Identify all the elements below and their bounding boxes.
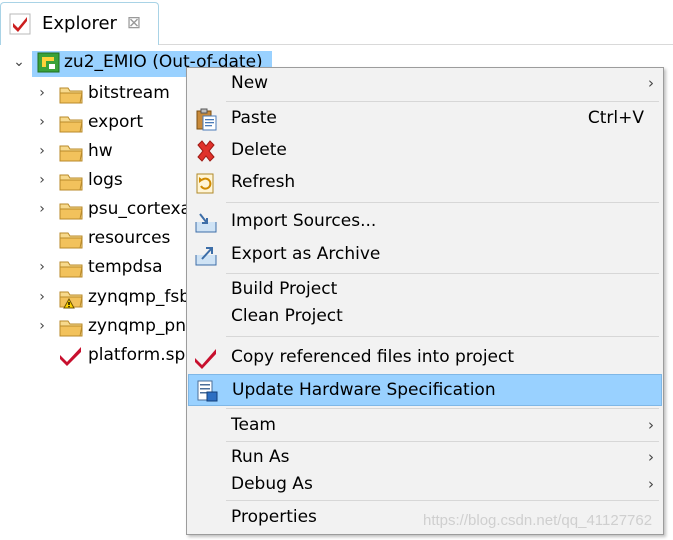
menu-item-label: Properties: [231, 507, 317, 527]
menu-item-label: New: [231, 73, 269, 93]
menu-item-refresh[interactable]: Refresh: [188, 167, 662, 199]
menu-separator: [226, 408, 659, 409]
menu-item-team[interactable]: Team ›: [188, 410, 662, 442]
menu-item-delete[interactable]: Delete: [188, 135, 662, 167]
menu-item-label: Team: [231, 415, 276, 435]
folder-icon: [59, 261, 83, 278]
project-icon: [37, 52, 60, 73]
tree-item-label: hw: [88, 141, 113, 161]
chevron-right-icon[interactable]: ›: [36, 319, 48, 333]
tree-item-label: resources: [88, 228, 171, 248]
chevron-right-icon[interactable]: ›: [36, 173, 48, 187]
menu-separator: [226, 500, 659, 501]
view-tabbar: Explorer ⊠: [0, 0, 673, 45]
tree-item-label: zynqmp_fsb: [88, 287, 191, 307]
menu-item-label: Copy referenced files into project: [231, 347, 515, 367]
tree-item-label: logs: [88, 170, 123, 190]
menu-item-label: Clean Project: [231, 306, 343, 326]
folder-icon: [59, 145, 83, 162]
export-icon: [195, 247, 217, 266]
menu-item-label: Debug As: [231, 474, 313, 494]
menu-item-debug-as[interactable]: Debug As ›: [188, 469, 662, 501]
folder-icon: [59, 232, 83, 249]
chevron-right-icon: ›: [648, 475, 654, 493]
tree-item-label: bitstream: [88, 83, 170, 103]
chevron-right-icon[interactable]: ›: [36, 115, 48, 129]
menu-item-label: Export as Archive: [231, 244, 381, 264]
explorer-icon: [9, 13, 31, 35]
menu-item-paste[interactable]: Paste Ctrl+V: [188, 103, 662, 135]
folder-warning-icon: [59, 291, 83, 309]
tree-item-label: export: [88, 112, 144, 132]
menu-item-label: Update Hardware Specification: [232, 380, 496, 400]
explorer-tab[interactable]: Explorer ⊠: [0, 2, 159, 45]
menu-item-copy-referenced-files[interactable]: Copy referenced files into project: [188, 342, 662, 374]
chevron-right-icon: ›: [648, 448, 654, 466]
xilinx-spec-icon: [60, 347, 81, 366]
tree-item-label: tempdsa: [88, 257, 163, 277]
menu-item-export-archive[interactable]: Export as Archive: [188, 239, 662, 271]
refresh-icon: [196, 173, 214, 194]
tree-item-label: zynqmp_pn: [88, 316, 186, 336]
chevron-right-icon[interactable]: ›: [36, 260, 48, 274]
context-menu: New › Paste Ctrl+V Delete Refresh Import…: [186, 67, 664, 535]
import-icon: [195, 213, 217, 233]
menu-item-import-sources[interactable]: Import Sources...: [188, 206, 662, 238]
chevron-right-icon[interactable]: ›: [36, 86, 48, 100]
folder-icon: [59, 203, 83, 220]
explorer-tab-title: Explorer: [42, 13, 117, 34]
menu-item-label: Run As: [231, 447, 290, 467]
menu-item-label: Refresh: [231, 172, 296, 192]
menu-item-clean-project[interactable]: Clean Project: [188, 301, 662, 333]
menu-separator: [226, 101, 659, 102]
menu-separator: [226, 202, 659, 203]
folder-icon: [59, 87, 83, 104]
chevron-right-icon[interactable]: ›: [36, 144, 48, 158]
close-icon[interactable]: ⊠: [125, 14, 143, 32]
tree-item-label: psu_cortexa: [88, 199, 191, 219]
folder-icon: [59, 174, 83, 191]
chevron-right-icon: ›: [648, 74, 654, 92]
folder-icon: [59, 116, 83, 133]
folder-icon: [59, 320, 83, 337]
paste-icon: [196, 108, 217, 131]
menu-item-label: Build Project: [231, 279, 338, 299]
menu-item-label: Delete: [231, 140, 287, 160]
chevron-right-icon[interactable]: ›: [36, 290, 48, 304]
tree-item-label: platform.sp: [88, 345, 186, 365]
watermark: https://blog.csdn.net/qq_41127762: [423, 512, 653, 529]
menu-item-label: Import Sources...: [231, 211, 377, 231]
menu-item-label: Paste: [231, 108, 277, 128]
chevron-right-icon[interactable]: ›: [36, 202, 48, 216]
chevron-down-icon[interactable]: ⌄: [13, 55, 25, 69]
xilinx-icon: [195, 349, 216, 369]
delete-icon: [197, 140, 215, 162]
menu-item-update-hardware-spec[interactable]: Update Hardware Specification: [188, 374, 662, 406]
chevron-right-icon: ›: [648, 416, 654, 434]
menu-item-new[interactable]: New ›: [188, 68, 662, 100]
hardware-spec-icon: [197, 380, 218, 402]
menu-separator: [226, 336, 659, 337]
shortcut-label: Ctrl+V: [587, 108, 644, 128]
